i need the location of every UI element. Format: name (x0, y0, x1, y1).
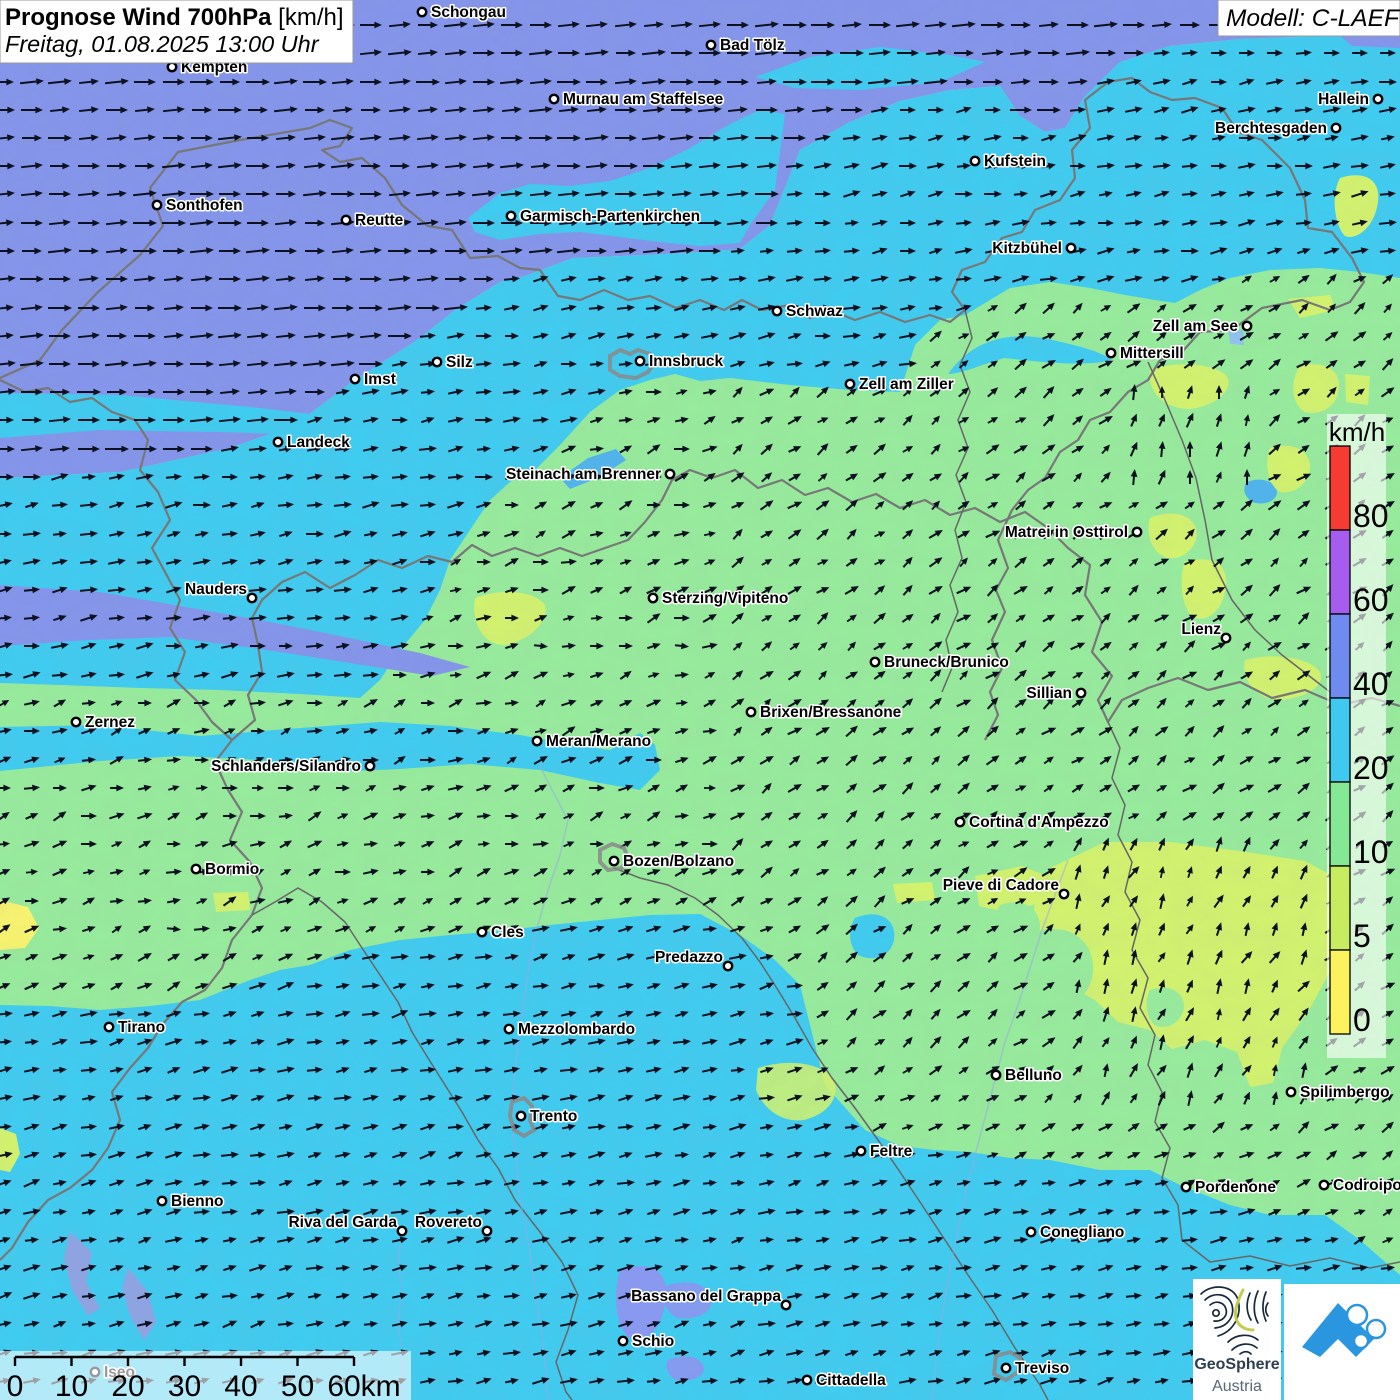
svg-text:Riva del Garda: Riva del Garda (288, 1214, 397, 1231)
svg-text:GeoSphere: GeoSphere (1194, 1356, 1279, 1373)
svg-text:Codroipo: Codroipo (1333, 1177, 1400, 1194)
svg-text:Mittersill: Mittersill (1120, 345, 1184, 362)
svg-text:Belluno: Belluno (1005, 1067, 1062, 1084)
svg-text:Matrei in Osttirol: Matrei in Osttirol (1005, 524, 1128, 541)
svg-text:20: 20 (111, 1370, 144, 1400)
svg-text:50: 50 (281, 1370, 314, 1400)
svg-text:Sonthofen: Sonthofen (166, 197, 243, 214)
svg-text:Cittadella: Cittadella (816, 1372, 886, 1389)
svg-text:Nauders: Nauders (185, 581, 247, 598)
svg-text:10: 10 (55, 1370, 88, 1400)
svg-text:Zernez: Zernez (85, 714, 135, 731)
svg-text:Predazzo: Predazzo (655, 949, 723, 966)
svg-text:Schlanders/Silandro: Schlanders/Silandro (211, 758, 361, 775)
svg-text:5: 5 (1353, 918, 1371, 954)
svg-text:Trento: Trento (530, 1108, 577, 1125)
svg-text:Lienz: Lienz (1181, 621, 1221, 638)
svg-text:Spilimbergo: Spilimbergo (1300, 1084, 1390, 1101)
svg-text:Treviso: Treviso (1015, 1360, 1069, 1377)
svg-text:Garmisch-Partenkirchen: Garmisch-Partenkirchen (520, 208, 700, 225)
svg-text:Cles: Cles (491, 924, 524, 941)
svg-text:Bozen/Bolzano: Bozen/Bolzano (623, 853, 734, 870)
svg-text:Freitag, 01.08.2025 13:00 Uhr: Freitag, 01.08.2025 13:00 Uhr (5, 31, 320, 57)
svg-text:Imst: Imst (364, 371, 396, 388)
svg-text:Bruneck/Brunico: Bruneck/Brunico (884, 654, 1009, 671)
svg-text:40: 40 (224, 1370, 257, 1400)
svg-text:Landeck: Landeck (287, 434, 350, 451)
svg-text:Modell: C-LAEF: Modell: C-LAEF (1226, 5, 1400, 32)
svg-text:Silz: Silz (446, 354, 473, 371)
svg-text:Feltre: Feltre (870, 1143, 913, 1160)
svg-text:Bormio: Bormio (205, 861, 259, 878)
svg-text:Pieve di Cadore: Pieve di Cadore (943, 877, 1060, 894)
svg-text:Schongau: Schongau (431, 4, 506, 21)
svg-text:Berchtesgaden: Berchtesgaden (1215, 120, 1327, 137)
svg-text:Zell am Ziller: Zell am Ziller (859, 376, 954, 393)
svg-text:Conegliano: Conegliano (1040, 1224, 1124, 1241)
svg-text:Kufstein: Kufstein (984, 153, 1046, 170)
svg-text:Rovereto: Rovereto (415, 1214, 482, 1231)
svg-text:Meran/Merano: Meran/Merano (546, 733, 651, 750)
svg-text:Bad Tölz: Bad Tölz (720, 37, 785, 54)
svg-text:Zell am See: Zell am See (1153, 318, 1239, 335)
svg-text:Prognose Wind 700hPa [km/h]: Prognose Wind 700hPa [km/h] (5, 4, 344, 31)
svg-text:Hallein: Hallein (1318, 91, 1369, 108)
svg-text:Cortina d'Ampezzo: Cortina d'Ampezzo (969, 814, 1109, 831)
svg-text:Bassano del Grappa: Bassano del Grappa (631, 1288, 781, 1305)
svg-text:30: 30 (168, 1370, 201, 1400)
svg-text:0: 0 (1353, 1002, 1371, 1038)
svg-text:40: 40 (1353, 666, 1389, 702)
svg-text:80: 80 (1353, 498, 1389, 534)
svg-text:Kitzbühel: Kitzbühel (992, 240, 1062, 257)
svg-text:10: 10 (1353, 834, 1389, 870)
svg-text:60: 60 (1353, 582, 1389, 618)
svg-text:Reutte: Reutte (355, 212, 404, 229)
svg-text:Innsbruck: Innsbruck (649, 353, 723, 370)
svg-text:Schio: Schio (632, 1333, 674, 1350)
svg-text:Brixen/Bressanone: Brixen/Bressanone (760, 704, 902, 721)
svg-text:Bienno: Bienno (171, 1193, 224, 1210)
svg-text:Sillian: Sillian (1026, 685, 1072, 702)
svg-text:Sterzing/Vipiteno: Sterzing/Vipiteno (662, 590, 788, 607)
svg-text:60km: 60km (327, 1370, 400, 1400)
svg-text:Austria: Austria (1212, 1378, 1262, 1395)
svg-text:0: 0 (7, 1370, 24, 1400)
svg-text:Pordenone: Pordenone (1195, 1179, 1276, 1196)
svg-text:Mezzolombardo: Mezzolombardo (518, 1021, 635, 1038)
svg-text:Tirano: Tirano (118, 1019, 165, 1036)
svg-text:km/h: km/h (1329, 417, 1385, 447)
svg-text:Steinach am Brenner: Steinach am Brenner (506, 466, 661, 483)
svg-text:Schwaz: Schwaz (786, 303, 843, 320)
svg-text:20: 20 (1353, 750, 1389, 786)
svg-text:Murnau am Staffelsee: Murnau am Staffelsee (563, 91, 724, 108)
